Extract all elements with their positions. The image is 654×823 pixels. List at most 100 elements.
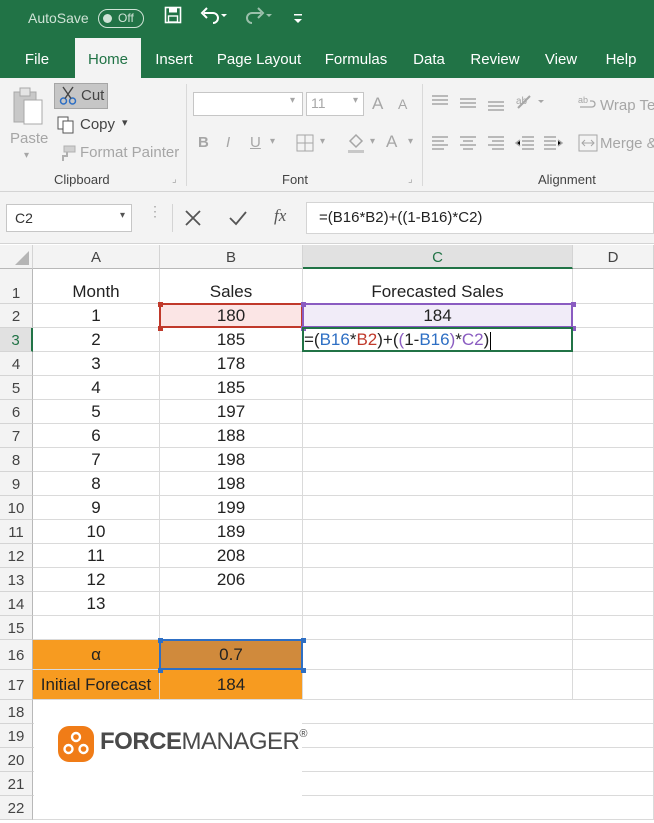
empty-cell[interactable]: [160, 592, 303, 616]
tab-page-layout[interactable]: Page Layout: [210, 38, 308, 78]
name-box[interactable]: C2 ▾: [6, 204, 132, 232]
empty-cell[interactable]: [573, 772, 654, 796]
empty-cell[interactable]: [573, 640, 654, 670]
empty-cell[interactable]: [573, 670, 654, 700]
row-header-16[interactable]: 16: [0, 640, 33, 670]
empty-cell[interactable]: [303, 568, 573, 592]
italic-button[interactable]: I: [226, 134, 230, 151]
fill-color-dropdown-icon[interactable]: ▾: [370, 136, 375, 147]
clipboard-launcher-icon[interactable]: ⌟: [172, 174, 177, 185]
row-header-22[interactable]: 22: [0, 796, 33, 820]
underline-button[interactable]: U: [250, 134, 261, 151]
cell-c3-editing[interactable]: =(B16*B2)+((1-B16)*C2): [303, 328, 573, 352]
cell-sales[interactable]: 180: [160, 304, 303, 328]
empty-cell[interactable]: [573, 496, 654, 520]
copy-button[interactable]: Copy: [80, 116, 115, 133]
empty-cell[interactable]: [573, 376, 654, 400]
empty-cell[interactable]: [573, 724, 654, 748]
empty-cell[interactable]: [573, 352, 654, 376]
cell-sales[interactable]: 189: [160, 520, 303, 544]
insert-function-button[interactable]: fx: [274, 206, 286, 226]
font-name-combobox[interactable]: ▾: [193, 92, 303, 116]
empty-cell[interactable]: [573, 568, 654, 592]
tab-help[interactable]: Help: [596, 38, 646, 78]
cell-sales[interactable]: 206: [160, 568, 303, 592]
cell-sales[interactable]: 198: [160, 472, 303, 496]
empty-cell[interactable]: [303, 472, 573, 496]
orientation-icon[interactable]: ab: [514, 92, 546, 116]
empty-cell[interactable]: [303, 352, 573, 376]
tab-home[interactable]: Home: [75, 38, 141, 78]
cell-month[interactable]: 5: [33, 400, 160, 424]
tab-insert[interactable]: Insert: [148, 38, 200, 78]
merge-icon[interactable]: [578, 134, 598, 156]
cell-a1-month-header[interactable]: Month: [33, 269, 160, 304]
row-header-17[interactable]: 17: [0, 670, 33, 700]
empty-cell[interactable]: [33, 616, 160, 640]
empty-cell[interactable]: [303, 376, 573, 400]
cell-month[interactable]: 2: [33, 328, 160, 352]
wrap-text-button[interactable]: Wrap Te: [600, 97, 654, 114]
tab-data[interactable]: Data: [404, 38, 454, 78]
empty-cell[interactable]: [573, 269, 654, 304]
empty-cell[interactable]: [573, 448, 654, 472]
row-header-19[interactable]: 19: [0, 724, 33, 748]
row-header-20[interactable]: 20: [0, 748, 33, 772]
empty-cell[interactable]: [573, 328, 654, 352]
customize-qat-icon[interactable]: [292, 10, 304, 31]
empty-cell[interactable]: [573, 616, 654, 640]
cell-sales[interactable]: 185: [160, 376, 303, 400]
empty-cell[interactable]: [303, 496, 573, 520]
cell-month[interactable]: 11: [33, 544, 160, 568]
empty-cell[interactable]: [303, 544, 573, 568]
cell-sales[interactable]: 188: [160, 424, 303, 448]
column-header-c[interactable]: C: [303, 245, 573, 269]
empty-cell[interactable]: [573, 520, 654, 544]
row-header-10[interactable]: 10: [0, 496, 33, 520]
tab-review[interactable]: Review: [464, 38, 526, 78]
row-header-8[interactable]: 8: [0, 448, 33, 472]
font-launcher-icon[interactable]: ⌟: [408, 174, 413, 185]
cell-c2-forecast[interactable]: 184: [303, 304, 573, 328]
row-header-15[interactable]: 15: [0, 616, 33, 640]
cell-month[interactable]: 6: [33, 424, 160, 448]
cell-month[interactable]: 13: [33, 592, 160, 616]
cell-sales[interactable]: 199: [160, 496, 303, 520]
empty-cell[interactable]: [160, 616, 303, 640]
tab-formulas[interactable]: Formulas: [318, 38, 394, 78]
cell-sales[interactable]: 178: [160, 352, 303, 376]
row-header-9[interactable]: 9: [0, 472, 33, 496]
paste-dropdown-icon[interactable]: ▾: [24, 150, 29, 161]
cell-month[interactable]: 3: [33, 352, 160, 376]
cell-a17-initial-forecast-label[interactable]: Initial Forecast: [33, 670, 160, 700]
empty-cell[interactable]: [573, 544, 654, 568]
column-header-b[interactable]: B: [160, 245, 303, 269]
fill-color-icon[interactable]: [346, 132, 366, 158]
empty-cell[interactable]: [573, 796, 654, 820]
font-size-combobox[interactable]: 11 ▾: [306, 92, 364, 116]
save-icon[interactable]: [164, 6, 182, 29]
row-header-6[interactable]: 6: [0, 400, 33, 424]
tab-file[interactable]: File: [14, 38, 60, 78]
column-header-d[interactable]: D: [573, 245, 654, 269]
cell-month[interactable]: 7: [33, 448, 160, 472]
row-header-7[interactable]: 7: [0, 424, 33, 448]
empty-cell[interactable]: [303, 592, 573, 616]
cell-c1-forecast-header[interactable]: Forecasted Sales: [303, 269, 573, 304]
paste-button[interactable]: Paste: [10, 130, 48, 147]
copy-icon[interactable]: [56, 115, 76, 139]
empty-cell[interactable]: [303, 400, 573, 424]
merge-center-button[interactable]: Merge &: [600, 135, 654, 152]
empty-cell[interactable]: [303, 520, 573, 544]
empty-cell[interactable]: [573, 424, 654, 448]
borders-icon[interactable]: [296, 134, 314, 156]
font-color-dropdown-icon[interactable]: ▾: [408, 136, 413, 147]
row-header-21[interactable]: 21: [0, 772, 33, 796]
bold-button[interactable]: B: [198, 134, 209, 151]
cell-sales[interactable]: 197: [160, 400, 303, 424]
row-header-13[interactable]: 13: [0, 568, 33, 592]
row-header-4[interactable]: 4: [0, 352, 33, 376]
empty-cell[interactable]: [303, 640, 573, 670]
empty-cell[interactable]: [573, 400, 654, 424]
empty-cell[interactable]: [303, 424, 573, 448]
